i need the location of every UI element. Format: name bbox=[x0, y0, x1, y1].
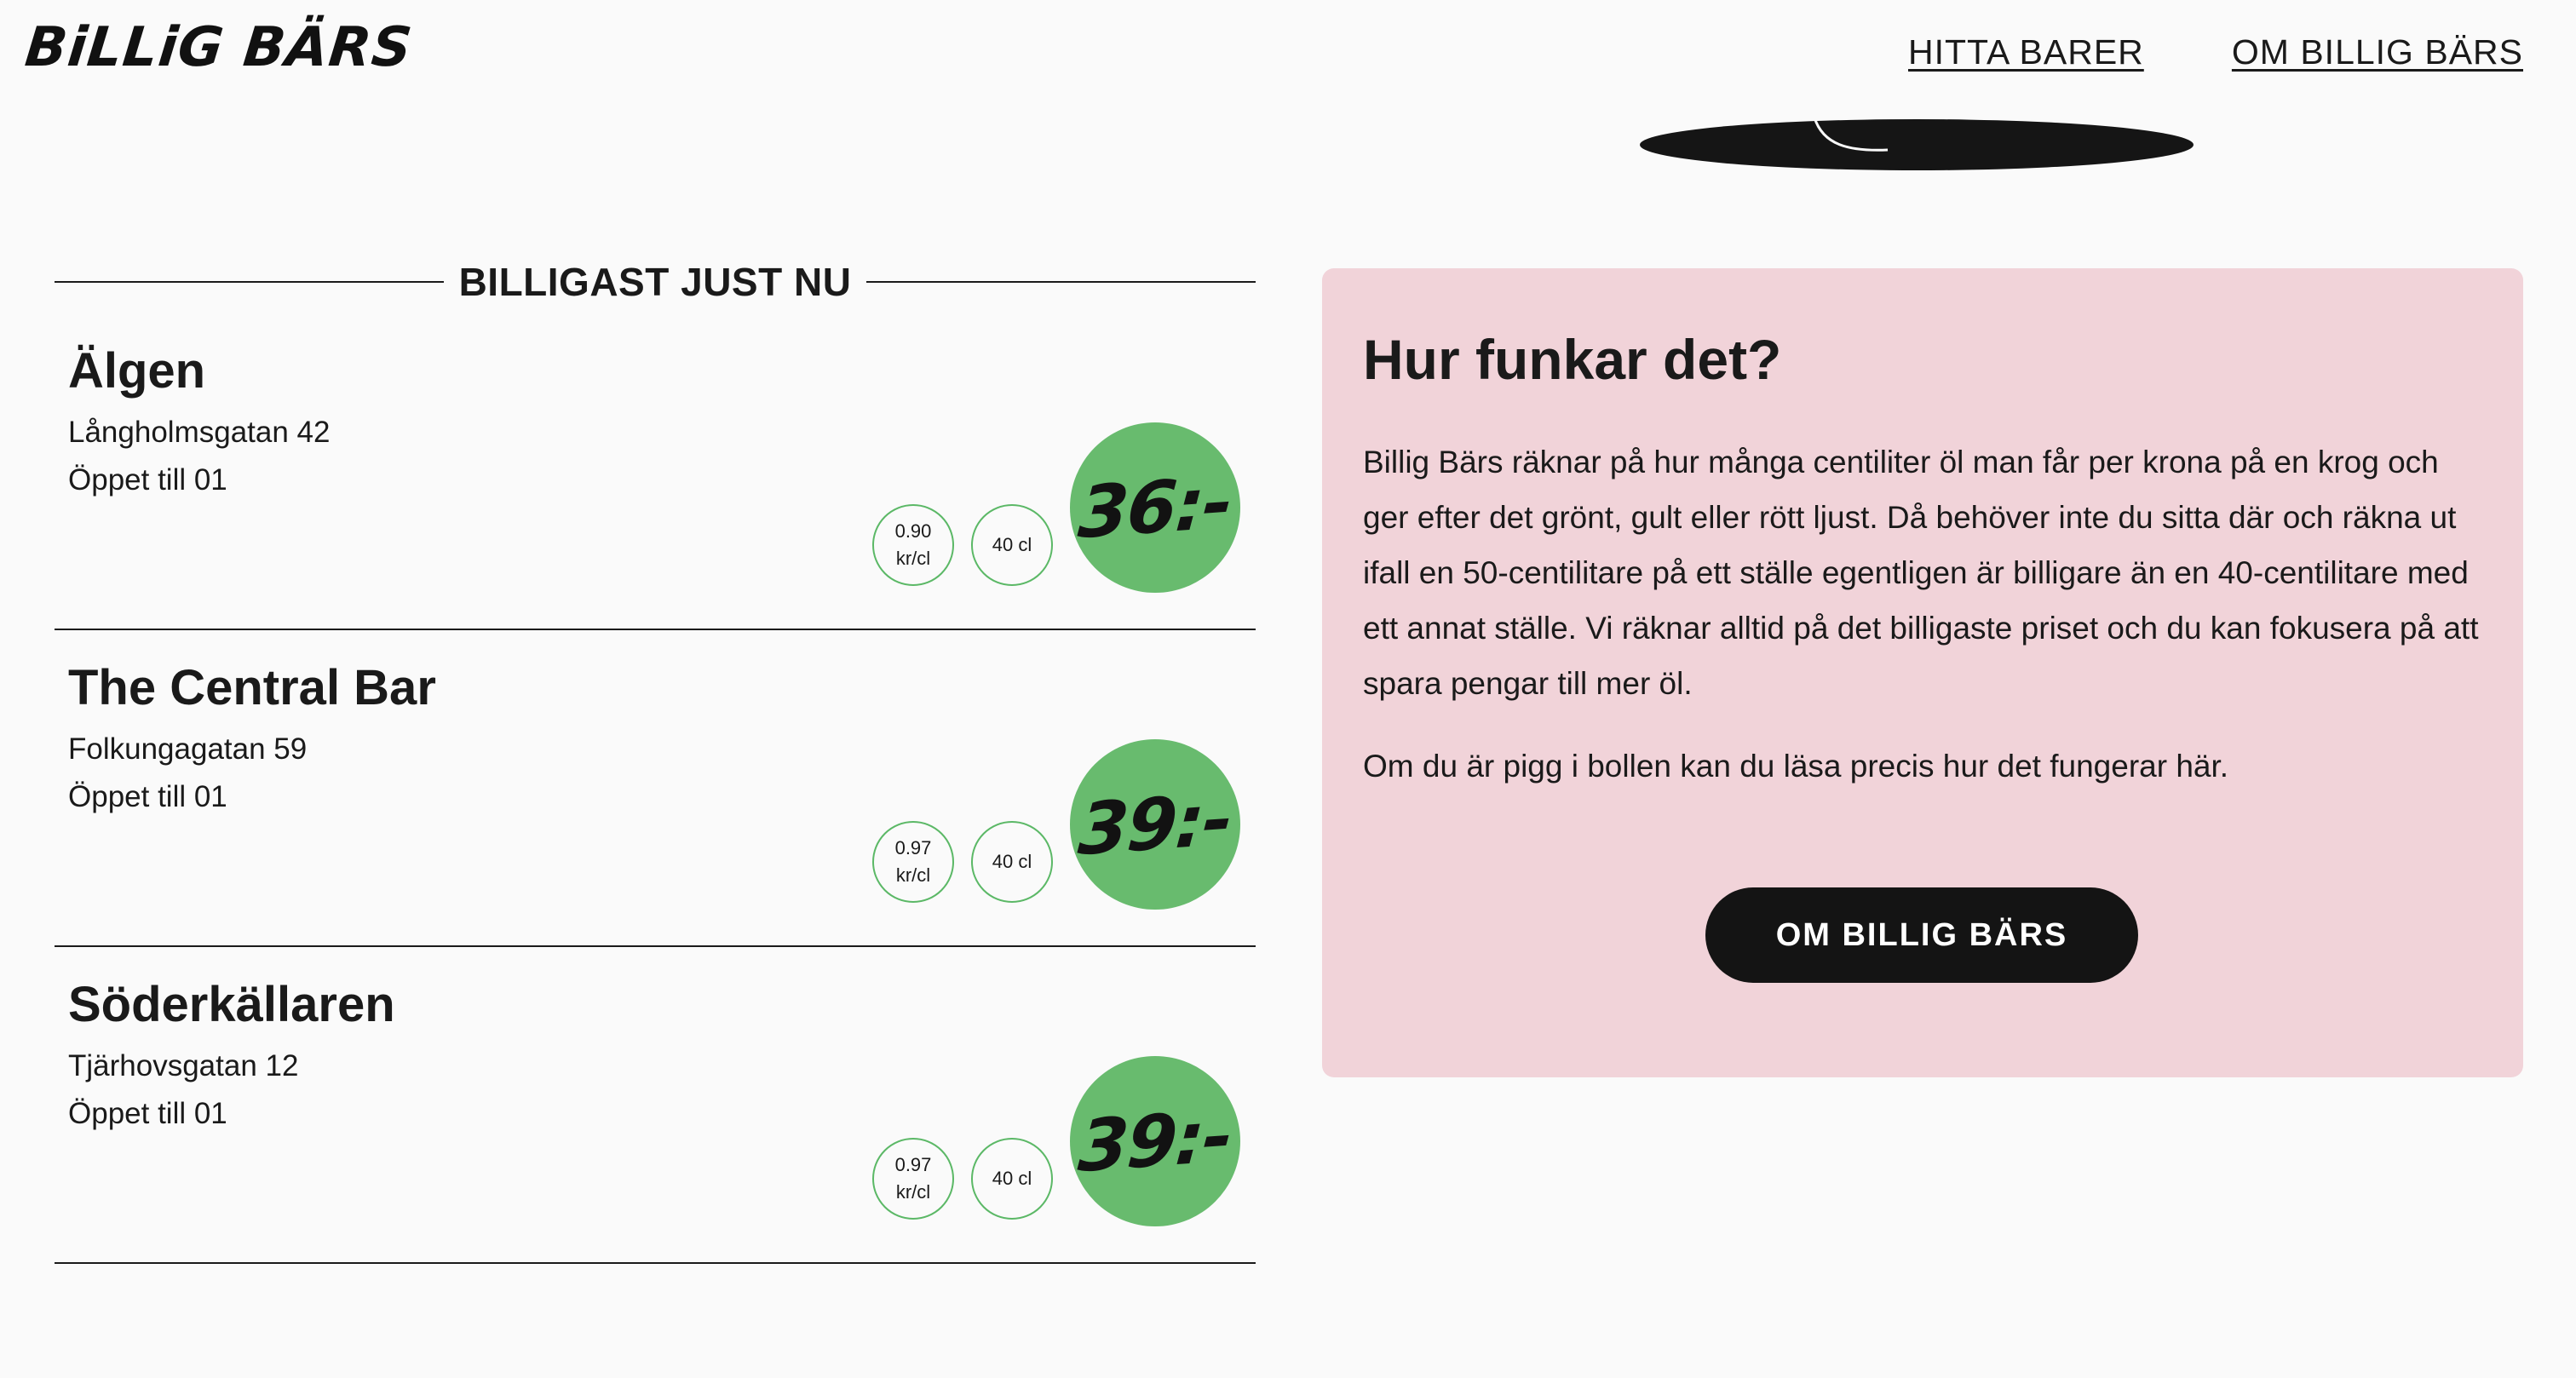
price-value: 39:- bbox=[1076, 777, 1234, 872]
serving-size: 40 cl bbox=[992, 851, 1032, 873]
logo[interactable]: BiLLiG BÄRS bbox=[22, 16, 415, 79]
price-per-cl-unit: kr/cl bbox=[895, 864, 931, 886]
serving-size: 40 cl bbox=[992, 534, 1032, 556]
bar-opening-hours: Öppet till 01 bbox=[68, 463, 227, 497]
bar-address: Folkungagatan 59 bbox=[68, 732, 308, 766]
nav-link-about[interactable]: OM BILLIG BÄRS bbox=[2232, 32, 2523, 72]
price-badge: 39:- bbox=[1070, 1056, 1240, 1226]
price-per-cl-chip: 0.90 kr/cl bbox=[872, 504, 954, 586]
section-heading: BILLIGAST JUST NU bbox=[55, 252, 1256, 312]
info-paragraph: Billig Bärs räknar på hur många centilit… bbox=[1363, 445, 2479, 702]
heading-rule-right bbox=[866, 281, 1256, 283]
bar-list: Älgen Långholmsgatan 42 Öppet till 01 0.… bbox=[55, 313, 1256, 1264]
how-it-works-card: Hur funkar det? Billig Bärs räknar på hu… bbox=[1322, 268, 2523, 1077]
price-value: 39:- bbox=[1076, 1094, 1234, 1189]
serving-size-chip: 40 cl bbox=[971, 821, 1053, 903]
about-button[interactable]: OM BILLIG BÄRS bbox=[1705, 887, 2138, 983]
info-title: Hur funkar det? bbox=[1363, 328, 1782, 391]
price-per-cl-unit: kr/cl bbox=[895, 548, 931, 569]
bar-address: Tjärhovsgatan 12 bbox=[68, 1049, 299, 1082]
price-per-cl-value: 0.97 bbox=[894, 1154, 932, 1176]
price-value: 36:- bbox=[1076, 460, 1234, 555]
price-per-cl-value: 0.97 bbox=[894, 837, 932, 859]
bar-list-item[interactable]: Söderkällaren Tjärhovsgatan 12 Öppet til… bbox=[55, 947, 1256, 1264]
bar-opening-hours: Öppet till 01 bbox=[68, 780, 227, 813]
price-per-cl-chip: 0.97 kr/cl bbox=[872, 1138, 954, 1220]
price-badge: 36:- bbox=[1070, 422, 1240, 593]
bar-address: Långholmsgatan 42 bbox=[68, 416, 331, 449]
serving-size-chip: 40 cl bbox=[971, 1138, 1053, 1220]
bar-list-item[interactable]: Älgen Långholmsgatan 42 Öppet till 01 0.… bbox=[55, 313, 1256, 630]
bar-name: The Central Bar bbox=[68, 660, 436, 715]
nav-link-find-bars[interactable]: HITTA BARER bbox=[1908, 32, 2144, 72]
heading-rule-left bbox=[55, 281, 444, 283]
info-paragraph: Om du är pigg i bollen kan du läsa preci… bbox=[1363, 749, 2229, 784]
bar-list-item[interactable]: The Central Bar Folkungagatan 59 Öppet t… bbox=[55, 630, 1256, 947]
section-title: BILLIGAST JUST NU bbox=[458, 260, 852, 304]
beer-glass-shadow-icon bbox=[1636, 111, 2198, 170]
price-badge: 39:- bbox=[1070, 739, 1240, 910]
price-per-cl-chip: 0.97 kr/cl bbox=[872, 821, 954, 903]
bar-opening-hours: Öppet till 01 bbox=[68, 1097, 227, 1130]
price-per-cl-unit: kr/cl bbox=[895, 1181, 931, 1203]
bar-name: Älgen bbox=[68, 343, 206, 399]
serving-size-chip: 40 cl bbox=[971, 504, 1053, 586]
bar-name: Söderkällaren bbox=[68, 977, 395, 1032]
serving-size: 40 cl bbox=[992, 1168, 1032, 1190]
price-per-cl-value: 0.90 bbox=[894, 520, 932, 543]
